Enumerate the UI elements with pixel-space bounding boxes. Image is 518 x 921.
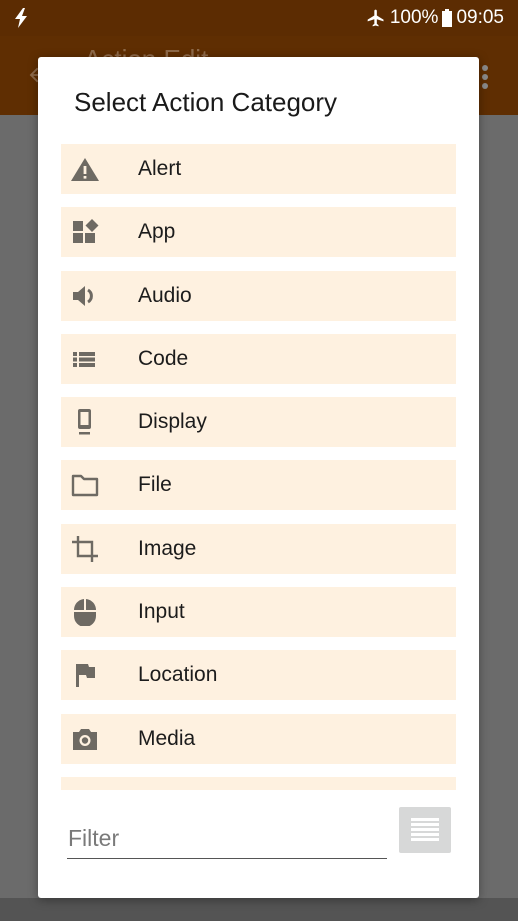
flag-icon xyxy=(76,664,95,688)
category-item-code[interactable]: Code xyxy=(61,333,456,384)
battery-percent: 100% xyxy=(389,7,439,28)
category-label: File xyxy=(138,473,172,497)
flash-icon xyxy=(15,8,27,28)
battery-full-icon xyxy=(442,9,453,27)
category-label: Image xyxy=(138,536,197,560)
category-item-file[interactable]: File xyxy=(61,460,456,511)
dialog-title: Select Action Category xyxy=(74,87,338,117)
list-icon xyxy=(73,351,95,367)
more-vert-icon[interactable] xyxy=(480,64,490,90)
mouse-icon xyxy=(73,599,97,627)
camera-icon xyxy=(73,728,97,750)
airplane-icon xyxy=(367,9,384,27)
category-item-media[interactable]: Media xyxy=(61,713,456,764)
select-category-dialog: Select Action Category Alert App Audio C… xyxy=(38,57,479,898)
scrim-bottom xyxy=(0,898,518,921)
category-label: Code xyxy=(138,346,189,370)
filter-input[interactable] xyxy=(67,819,387,859)
category-item-partial[interactable] xyxy=(61,776,456,790)
category-item-app[interactable]: App xyxy=(61,207,456,258)
phone-icon xyxy=(78,409,91,435)
volume-icon xyxy=(73,285,93,306)
warning-icon xyxy=(71,158,99,181)
widgets-icon xyxy=(73,219,99,244)
category-label: Media xyxy=(138,726,196,750)
category-list[interactable]: Alert App Audio Code Display File Image xyxy=(61,144,456,790)
crop-icon xyxy=(72,535,98,562)
clock: 09:05 xyxy=(456,7,504,28)
category-item-audio[interactable]: Audio xyxy=(61,270,456,321)
category-label: Display xyxy=(138,410,207,434)
category-label: Audio xyxy=(138,283,192,307)
category-label: Alert xyxy=(138,157,182,180)
menu-lines-icon xyxy=(411,818,439,841)
category-label: App xyxy=(138,220,176,244)
category-item-alert[interactable]: Alert xyxy=(61,144,456,194)
menu-button[interactable] xyxy=(399,807,451,853)
category-label: Location xyxy=(138,663,218,687)
category-item-location[interactable]: Location xyxy=(61,650,456,701)
category-label: Input xyxy=(138,600,185,624)
category-item-display[interactable]: Display xyxy=(61,397,456,448)
category-item-image[interactable]: Image xyxy=(61,523,456,574)
status-bar: 100% 09:05 xyxy=(0,0,518,36)
folder-icon xyxy=(71,475,99,497)
category-item-input[interactable]: Input xyxy=(61,587,456,638)
